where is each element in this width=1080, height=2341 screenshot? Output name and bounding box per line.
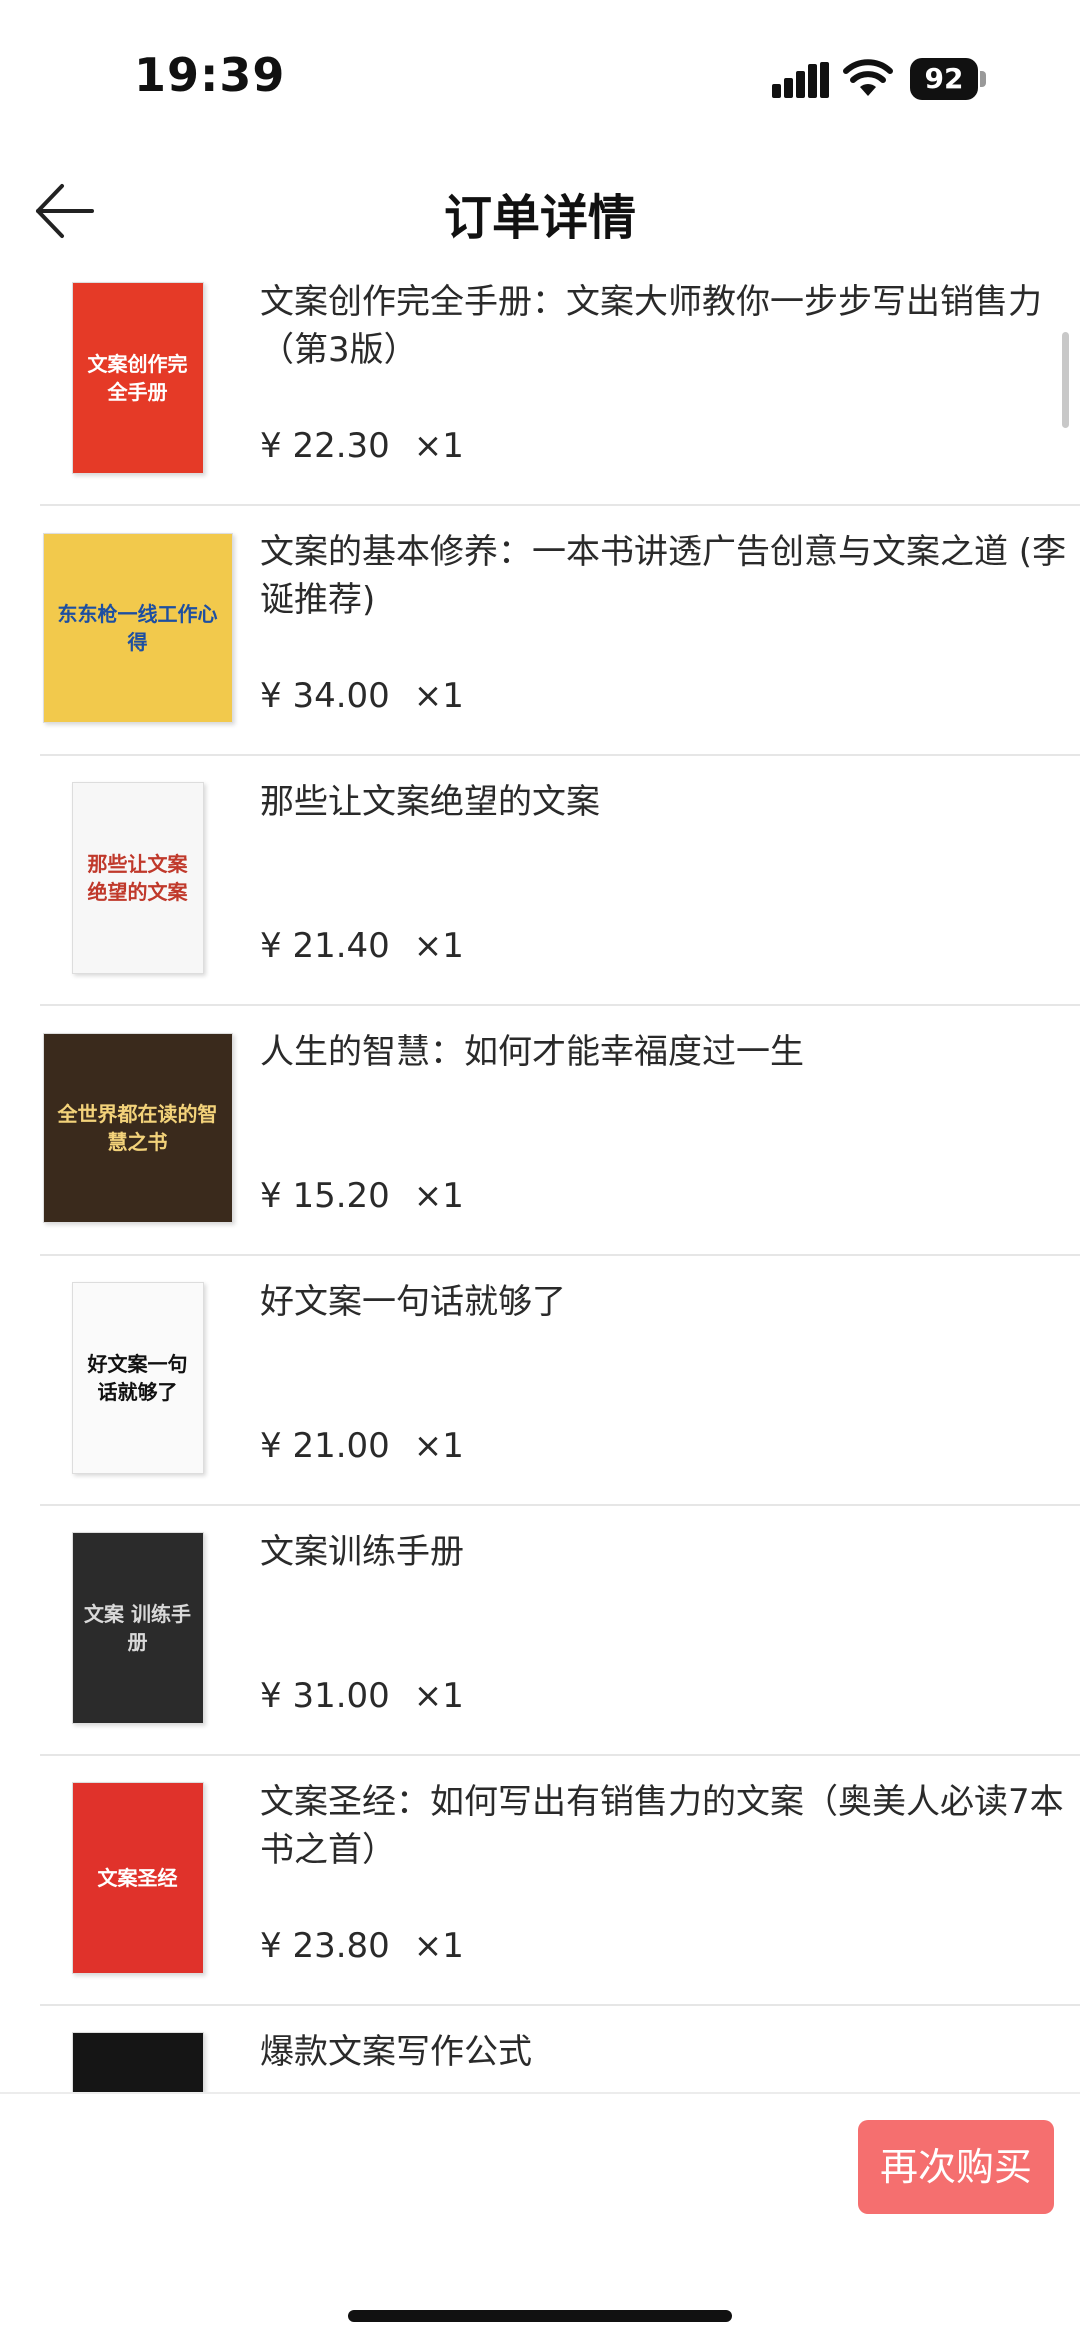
battery-level: 92 xyxy=(910,58,978,100)
book-quantity: ×1 xyxy=(413,1676,464,1716)
status-time: 19:39 xyxy=(134,48,286,102)
price-line: ¥ 31.00 ×1 xyxy=(260,1676,464,1716)
book-cover-art: 文案创作完全手册 xyxy=(71,282,204,474)
book-cover-image[interactable]: 文案创作完全手册 xyxy=(40,278,235,478)
book-title[interactable]: 人生的智慧：如何才能幸福度过一生 xyxy=(260,1028,1070,1076)
order-item[interactable]: 好文案一句话就够了 好文案一句话就够了 ¥ 21.00 ×1 xyxy=(40,1256,1080,1506)
book-cover-image[interactable]: 那些让文案绝望的文案 xyxy=(40,778,235,978)
book-cover-image[interactable]: 爆款文案写作公式 xyxy=(40,2028,235,2092)
battery-tip xyxy=(980,71,986,87)
order-item[interactable]: 那些让文案绝望的文案 那些让文案绝望的文案 ¥ 21.40 ×1 xyxy=(40,756,1080,1006)
bottom-bar: 再次购买 xyxy=(0,2092,1080,2341)
wifi-icon xyxy=(843,59,893,96)
book-cover-art: 文案 训练手册 xyxy=(71,1532,204,1724)
book-cover-art: 东东枪一线工作心得 xyxy=(42,533,233,723)
page-title: 订单详情 xyxy=(443,190,636,246)
nav-bar: 订单详情 xyxy=(0,150,1080,270)
order-list[interactable]: 文案创作完全手册 文案创作完全手册：文案大师教你一步步写出销售力（第3版） ¥ 22… xyxy=(0,256,1080,2092)
book-quantity: ×1 xyxy=(413,1176,464,1216)
signal-icon xyxy=(772,62,829,98)
book-cover-image[interactable]: 东东枪一线工作心得 xyxy=(40,528,235,728)
book-price: ¥ 21.00 xyxy=(260,1426,390,1466)
book-price: ¥ 21.40 xyxy=(260,926,390,966)
price-line: ¥ 34.00 ×1 xyxy=(260,676,464,716)
book-cover-image[interactable]: 好文案一句话就够了 xyxy=(40,1278,235,1478)
book-quantity: ×1 xyxy=(413,676,464,716)
price-line: ¥ 22.30 ×1 xyxy=(260,426,464,466)
book-price: ¥ 15.20 xyxy=(260,1176,390,1216)
book-title[interactable]: 文案圣经：如何写出有销售力的文案（奥美人必读7本书之首） xyxy=(260,1778,1070,1874)
book-cover-image[interactable]: 全世界都在读的智慧之书 xyxy=(40,1028,235,1228)
book-quantity: ×1 xyxy=(413,1926,464,1966)
home-indicator[interactable] xyxy=(348,2310,732,2322)
order-item[interactable]: 文案 训练手册 文案训练手册 ¥ 31.00 ×1 xyxy=(40,1506,1080,1756)
book-price: ¥ 22.30 xyxy=(260,426,390,466)
book-price: ¥ 34.00 xyxy=(260,676,390,716)
book-cover-art: 好文案一句话就够了 xyxy=(71,1282,204,1474)
book-cover-art: 那些让文案绝望的文案 xyxy=(71,782,204,974)
book-quantity: ×1 xyxy=(413,1426,464,1466)
book-quantity: ×1 xyxy=(413,926,464,966)
price-line: ¥ 21.40 ×1 xyxy=(260,926,464,966)
order-item[interactable]: 文案创作完全手册 文案创作完全手册：文案大师教你一步步写出销售力（第3版） ¥ 22… xyxy=(40,256,1080,506)
book-title[interactable]: 文案的基本修养：一本书讲透广告创意与文案之道 (李诞推荐) xyxy=(260,528,1070,624)
book-title[interactable]: 那些让文案绝望的文案 xyxy=(260,778,1070,826)
scroll-indicator[interactable] xyxy=(1062,332,1069,428)
order-item[interactable]: 全世界都在读的智慧之书 人生的智慧：如何才能幸福度过一生 ¥ 15.20 ×1 xyxy=(40,1006,1080,1256)
book-price: ¥ 23.80 xyxy=(260,1926,390,1966)
price-line: ¥ 23.80 ×1 xyxy=(260,1926,464,1966)
book-quantity: ×1 xyxy=(413,426,464,466)
book-title[interactable]: 文案创作完全手册：文案大师教你一步步写出销售力（第3版） xyxy=(260,278,1070,374)
book-cover-art: 全世界都在读的智慧之书 xyxy=(42,1033,233,1223)
battery-icon: 92 xyxy=(910,58,986,100)
book-price: ¥ 31.00 xyxy=(260,1676,390,1716)
book-cover-image[interactable]: 文案圣经 xyxy=(40,1778,235,1978)
book-cover-art: 爆款文案写作公式 xyxy=(71,2032,204,2092)
order-item[interactable]: 爆款文案写作公式 爆款文案写作公式 xyxy=(40,2006,1080,2092)
rebuy-button[interactable]: 再次购买 xyxy=(858,2120,1054,2214)
price-line: ¥ 15.20 ×1 xyxy=(260,1176,464,1216)
book-cover-art: 文案圣经 xyxy=(71,1782,204,1974)
price-line: ¥ 21.00 ×1 xyxy=(260,1426,464,1466)
book-title[interactable]: 好文案一句话就够了 xyxy=(260,1278,1070,1326)
status-bar: 19:39 92 xyxy=(0,0,1080,150)
order-item[interactable]: 东东枪一线工作心得 文案的基本修养：一本书讲透广告创意与文案之道 (李诞推荐) ¥ … xyxy=(40,506,1080,756)
book-title[interactable]: 爆款文案写作公式 xyxy=(260,2028,1070,2076)
book-title[interactable]: 文案训练手册 xyxy=(260,1528,1070,1576)
order-item[interactable]: 文案圣经 文案圣经：如何写出有销售力的文案（奥美人必读7本书之首） ¥ 23.80 ×… xyxy=(40,1756,1080,2006)
book-cover-image[interactable]: 文案 训练手册 xyxy=(40,1528,235,1728)
